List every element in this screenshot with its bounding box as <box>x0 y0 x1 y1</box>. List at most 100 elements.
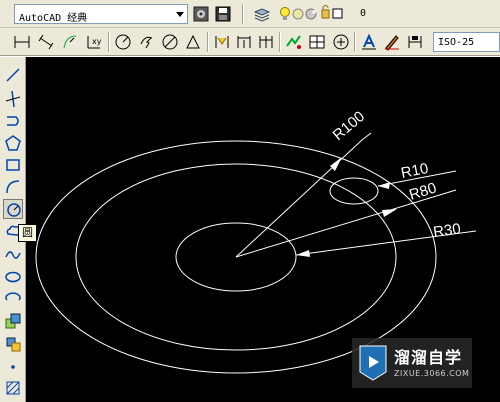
workspace-save-button[interactable] <box>213 4 233 24</box>
diameter-icon <box>162 34 178 50</box>
arc-length-icon <box>63 35 77 49</box>
make-block-icon <box>6 337 21 352</box>
gear-icon <box>193 6 209 22</box>
polyline-button[interactable] <box>3 111 23 131</box>
dimension-update-button[interactable] <box>405 32 425 52</box>
circle-tooltip: 圆 <box>18 224 37 242</box>
workspace-dropdown[interactable]: AutoCAD 经典 <box>14 4 188 24</box>
insert-block-button[interactable] <box>3 311 23 331</box>
circle-button[interactable] <box>3 199 23 219</box>
dimension-text-edit-icon <box>385 35 399 51</box>
continue-dimension-button[interactable] <box>256 32 276 52</box>
watermark-title: 溜溜自学 <box>394 348 463 367</box>
watermark: 溜溜自学 ZIXUE.3066.COM <box>352 338 472 388</box>
tooltip-text: 圆 <box>22 226 33 239</box>
toolbar-separator <box>108 32 110 52</box>
tolerance-button[interactable] <box>284 32 304 52</box>
arrowhead-r100 <box>330 157 342 171</box>
dimension-edit-icon <box>362 33 376 50</box>
dimension-update-icon <box>408 36 422 48</box>
baseline-icon <box>237 36 251 48</box>
dimension-toolbar: xy ISO-25 <box>0 28 500 56</box>
center-mark-button[interactable] <box>307 32 327 52</box>
linear-dimension-icon <box>14 36 30 48</box>
baseline-dimension-button[interactable] <box>234 32 254 52</box>
tolerance-icon <box>286 35 301 49</box>
layer-state-icons <box>280 5 343 20</box>
line-button[interactable] <box>3 65 23 85</box>
hatch-icon <box>6 381 20 395</box>
dimension-style-dropdown[interactable]: ISO-25 <box>433 32 500 52</box>
arc-icon <box>6 180 20 194</box>
dimension-style-value: ISO-25 <box>438 37 475 48</box>
center-mark-icon <box>309 35 325 49</box>
spline-button[interactable] <box>3 245 23 265</box>
rectangle-icon <box>6 159 20 171</box>
aligned-dimension-icon <box>38 34 54 50</box>
insert-block-icon <box>5 313 21 329</box>
construction-line-icon <box>5 90 21 108</box>
toolbar-separator <box>354 32 356 52</box>
svg-text:xy: xy <box>92 37 102 46</box>
linear-dimension-button[interactable] <box>12 32 32 52</box>
chevron-down-icon <box>176 12 184 17</box>
layer-control[interactable]: 0 <box>278 4 368 24</box>
arc-button[interactable] <box>3 177 23 197</box>
ellipse-icon <box>5 271 21 283</box>
quick-dimension-button[interactable] <box>212 32 232 52</box>
make-block-button[interactable] <box>3 334 23 354</box>
label-r10: R10 <box>400 160 430 182</box>
layer-name: 0 <box>360 8 367 19</box>
ellipse-button[interactable] <box>3 267 23 287</box>
aligned-dimension-button[interactable] <box>36 32 56 52</box>
arrowhead-r10 <box>378 182 390 189</box>
construction-line-button[interactable] <box>3 89 23 109</box>
save-icon <box>215 6 231 22</box>
watermark-url: ZIXUE.3066.COM <box>394 369 470 378</box>
polyline-icon <box>7 116 19 126</box>
layers-icon <box>253 8 271 22</box>
top-toolbar: AutoCAD 经典 0 <box>0 0 500 28</box>
ellipse-arc-button[interactable] <box>3 289 23 309</box>
label-r30: R30 <box>432 220 462 241</box>
layer-manager-button[interactable] <box>252 4 272 24</box>
spline-icon <box>5 251 21 259</box>
ellipse-arc-icon <box>5 292 21 301</box>
watermark-logo-icon <box>359 345 387 381</box>
small-circle-r10 <box>329 177 379 205</box>
ordinate-icon: xy <box>87 36 102 49</box>
arrowhead-r80 <box>382 209 397 217</box>
inspect-icon <box>333 34 349 50</box>
angular-icon <box>186 34 200 49</box>
radius-icon <box>115 34 131 50</box>
toolbar-separator <box>207 32 209 52</box>
toolbar-separator <box>242 4 244 24</box>
arc-length-button[interactable] <box>60 32 80 52</box>
continue-icon <box>259 36 273 48</box>
toolbar-separator <box>279 32 281 52</box>
ordinate-dimension-button[interactable]: xy <box>84 32 104 52</box>
line-icon <box>6 68 20 82</box>
polygon-button[interactable] <box>3 133 23 153</box>
quick-dimension-icon <box>215 36 229 48</box>
radius-dimension-button[interactable] <box>113 32 133 52</box>
diameter-dimension-button[interactable] <box>160 32 180 52</box>
point-button[interactable] <box>3 357 23 377</box>
leader-r100 <box>235 139 363 258</box>
arrowhead-r30 <box>296 250 310 257</box>
point-icon <box>11 365 15 369</box>
label-r100: R100 <box>330 108 368 144</box>
jogged-dimension-button[interactable] <box>137 32 157 52</box>
rectangle-button[interactable] <box>3 155 23 175</box>
polygon-icon <box>5 135 21 151</box>
angular-dimension-button[interactable] <box>183 32 203 52</box>
jogged-icon <box>140 36 153 49</box>
label-r80: R80 <box>407 180 438 204</box>
dimension-text-edit-button[interactable] <box>382 32 402 52</box>
dimension-edit-button[interactable] <box>359 32 379 52</box>
circle-icon <box>7 203 21 217</box>
workspace-settings-button[interactable] <box>191 4 211 24</box>
inspect-button[interactable] <box>331 32 351 52</box>
hatch-button[interactable] <box>3 378 23 398</box>
workspace-value: AutoCAD 经典 <box>19 13 88 24</box>
